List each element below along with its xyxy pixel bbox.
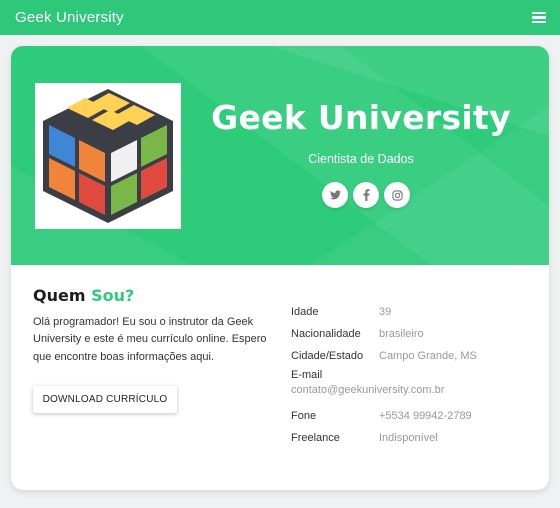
info-label: Cidade/Estado	[291, 350, 364, 362]
info-row-idade: Idade 39	[291, 301, 541, 323]
info-value: +5534 99942-2789	[379, 410, 472, 422]
about-title: Quem Sou?	[33, 286, 273, 305]
info-table: Idade 39 Nacionalidade brasileiro Cidade…	[291, 301, 541, 449]
info-row-freelance: Freelance Indisponível	[291, 427, 541, 449]
about-text: Olá programador! Eu sou o instrutor da G…	[33, 316, 267, 363]
hero-title: Geek University	[211, 98, 511, 137]
about-title-accent: Sou?	[91, 286, 135, 305]
social-links	[211, 182, 521, 208]
info-label: Idade	[291, 306, 319, 318]
info-value: 39	[379, 306, 392, 318]
info-row-nacionalidade: Nacionalidade brasileiro	[291, 323, 541, 345]
hero-subtitle: Cientista de Dados	[308, 152, 414, 166]
rubiks-cube-logo	[43, 89, 173, 223]
info-label: Nacionalidade	[291, 328, 361, 340]
twitter-icon[interactable]	[322, 182, 348, 208]
info-row-fone: Fone +5534 99942-2789	[291, 405, 541, 427]
profile-card: Geek University Cientista de Dados Quem …	[11, 46, 549, 490]
navbar: Geek University	[0, 0, 560, 35]
info-value: Indisponível	[379, 432, 438, 444]
info-value: brasileiro	[379, 328, 424, 340]
info-row-cidade: Cidade/Estado Campo Grande, MS	[291, 345, 541, 367]
info-value: Campo Grande, MS	[379, 350, 477, 362]
info-row-email: E-mail contato@geekuniversity.com.br	[291, 367, 541, 400]
hero-banner: Geek University Cientista de Dados	[11, 46, 549, 265]
info-label: Fone	[291, 410, 317, 422]
about-title-main: Quem	[33, 286, 86, 305]
info-label: Freelance	[291, 432, 340, 444]
instagram-icon[interactable]	[384, 182, 410, 208]
navbar-brand[interactable]: Geek University	[15, 9, 124, 26]
about-section: Quem Sou? Olá programador! Eu sou o inst…	[33, 286, 273, 366]
hamburger-menu-icon[interactable]	[532, 11, 546, 24]
facebook-icon[interactable]	[353, 182, 379, 208]
avatar	[35, 83, 181, 229]
download-cv-button[interactable]: DOWNLOAD CURRÍCULO	[33, 386, 177, 413]
email-link[interactable]: contato@geekuniversity.com.br	[291, 384, 541, 400]
info-label: E-mail	[291, 369, 323, 381]
